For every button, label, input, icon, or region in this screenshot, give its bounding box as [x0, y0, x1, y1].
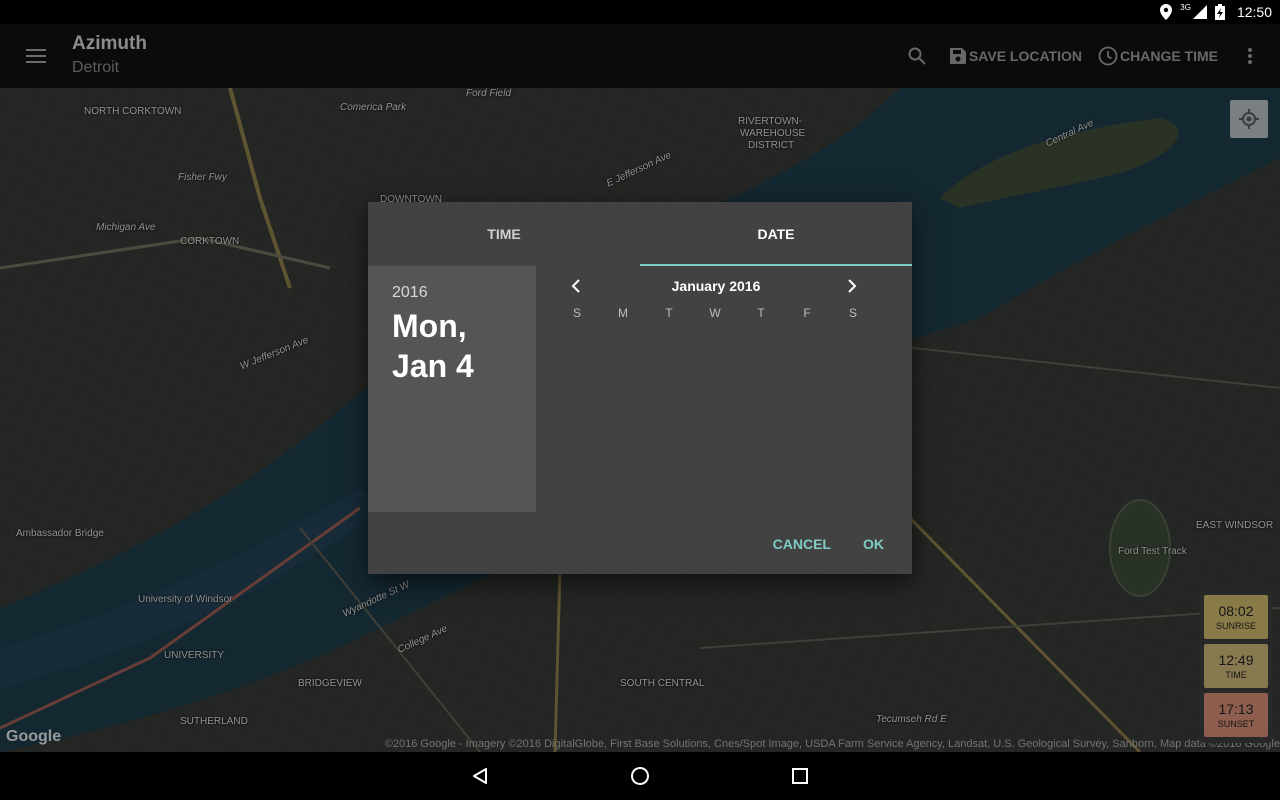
- date-header: 2016 Mon, Jan 4: [368, 266, 536, 512]
- back-button[interactable]: [400, 752, 560, 800]
- cancel-button[interactable]: CANCEL: [761, 526, 843, 562]
- weekday-label: T: [757, 306, 765, 320]
- system-nav-bar: [0, 752, 1280, 800]
- status-bar: 3G 12:50: [0, 0, 1280, 24]
- status-time: 12:50: [1236, 4, 1272, 20]
- weekday-label: S: [572, 306, 581, 320]
- weekday-header: SMTWTFS: [554, 306, 876, 320]
- recents-button[interactable]: [720, 752, 880, 800]
- weekday-label: T: [665, 306, 673, 320]
- home-button[interactable]: [560, 752, 720, 800]
- network-type: 3G: [1180, 2, 1191, 12]
- weekday-label: F: [803, 306, 811, 320]
- location-icon: [1160, 4, 1173, 20]
- weekday-label: S: [848, 306, 857, 320]
- date-time-picker-dialog: TIME DATE 2016 Mon, Jan 4 January 2016 S…: [368, 202, 912, 574]
- battery-charging-icon: [1214, 4, 1225, 20]
- chevron-right-icon: [848, 279, 857, 293]
- tab-date[interactable]: DATE: [640, 202, 912, 266]
- header-date-line2: Jan 4: [392, 348, 474, 384]
- weekday-label: M: [618, 306, 628, 320]
- next-month-button[interactable]: [840, 274, 864, 298]
- picker-tabs: TIME DATE: [368, 202, 912, 266]
- header-date-line1: Mon,: [392, 308, 467, 344]
- calendar: January 2016 SMTWTFS: [536, 266, 912, 512]
- signal-icon: [1192, 5, 1207, 19]
- header-year[interactable]: 2016: [392, 284, 512, 302]
- home-icon: [631, 767, 649, 785]
- weekday-label: W: [709, 306, 721, 320]
- tab-time[interactable]: TIME: [368, 202, 640, 266]
- back-icon: [473, 768, 487, 784]
- header-date[interactable]: Mon, Jan 4: [392, 306, 512, 386]
- recents-icon: [792, 768, 808, 784]
- ok-button[interactable]: OK: [851, 526, 896, 562]
